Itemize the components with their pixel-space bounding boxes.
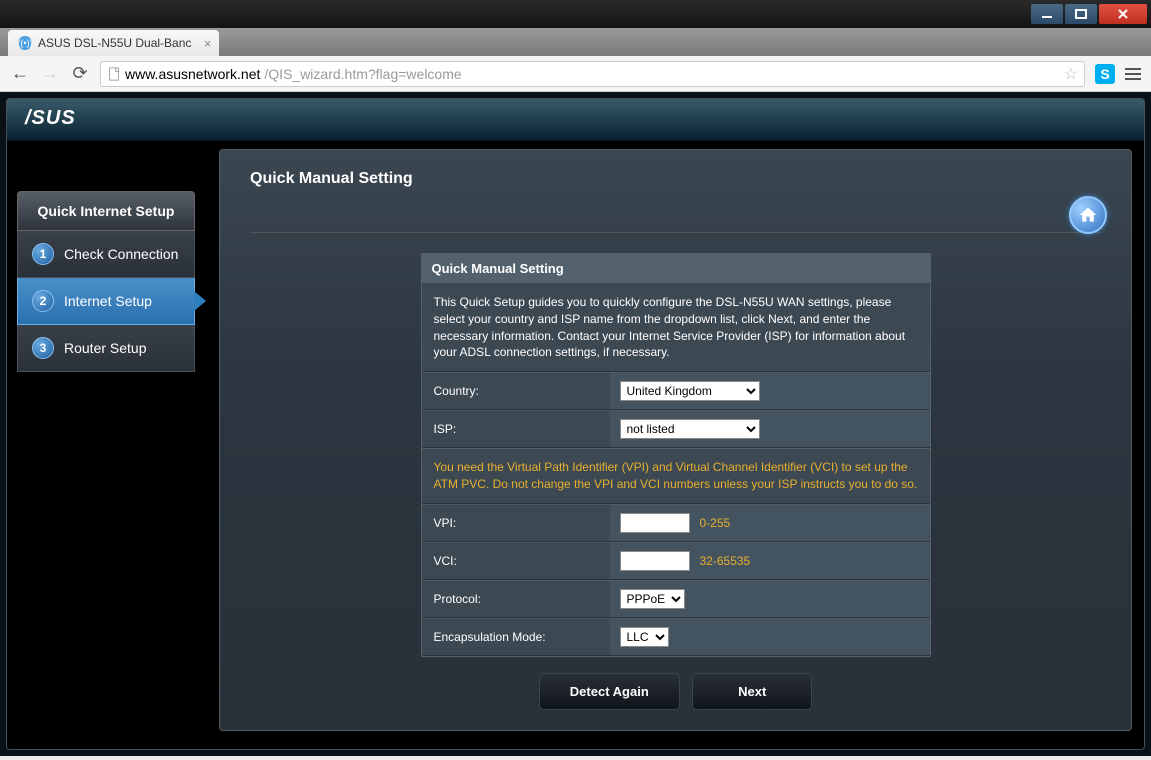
sidebar-item-router-setup[interactable]: 3 Router Setup (17, 325, 195, 372)
tab-strip: ((•)) ASUS DSL-N55U Dual-Banc × (0, 28, 1151, 56)
minimize-button[interactable] (1031, 4, 1063, 24)
country-label: Country: (422, 373, 610, 409)
close-tab-icon[interactable]: × (204, 36, 212, 51)
settings-panel: Quick Manual Setting This Quick Setup gu… (421, 253, 931, 657)
row-vpi: VPI: 0-255 (422, 504, 930, 542)
step-number: 2 (32, 290, 54, 312)
address-path: /QIS_wizard.htm?flag=welcome (264, 66, 461, 82)
tab-title: ASUS DSL-N55U Dual-Banc (38, 36, 191, 50)
encap-select[interactable]: LLC (620, 627, 669, 647)
asus-logo: /SUS (25, 107, 76, 129)
browser-toolbar: ← → ⟳ www.asusnetwork.net/QIS_wizard.htm… (0, 56, 1151, 92)
browser-tab[interactable]: ((•)) ASUS DSL-N55U Dual-Banc × (8, 30, 219, 56)
home-icon (1078, 205, 1098, 225)
step-number: 1 (32, 243, 54, 265)
vpi-input[interactable] (620, 513, 690, 533)
router-header: /SUS (7, 99, 1144, 141)
panel-description: This Quick Setup guides you to quickly c… (422, 284, 930, 372)
next-button[interactable]: Next (692, 673, 812, 710)
maximize-button[interactable] (1065, 4, 1097, 24)
router-admin-frame: /SUS Quick Internet Setup 1 Check Connec… (6, 98, 1145, 750)
sidebar-item-check-connection[interactable]: 1 Check Connection (17, 231, 195, 278)
panel-note: You need the Virtual Path Identifier (VP… (422, 448, 930, 504)
row-protocol: Protocol: PPPoE (422, 580, 930, 618)
sidebar: Quick Internet Setup 1 Check Connection … (7, 141, 205, 739)
vci-label: VCI: (422, 543, 610, 579)
protocol-label: Protocol: (422, 581, 610, 617)
country-select[interactable]: United Kingdom (620, 381, 760, 401)
row-isp: ISP: not listed (422, 410, 930, 448)
isp-label: ISP: (422, 411, 610, 447)
row-encapsulation: Encapsulation Mode: LLC (422, 618, 930, 656)
reload-button[interactable]: ⟳ (70, 64, 90, 84)
window-title-bar (0, 0, 1151, 28)
wifi-icon: ((•)) (18, 36, 32, 50)
close-window-button[interactable] (1099, 4, 1147, 24)
page-content: /SUS Quick Internet Setup 1 Check Connec… (0, 92, 1151, 756)
bookmark-star-icon[interactable]: ☆ (1064, 64, 1078, 84)
vpi-hint: 0-255 (700, 516, 731, 530)
forward-button[interactable]: → (40, 64, 60, 84)
sidebar-title: Quick Internet Setup (17, 191, 195, 231)
step-number: 3 (32, 337, 54, 359)
panel-header: Quick Manual Setting (422, 254, 930, 284)
page-title: Quick Manual Setting (250, 170, 1101, 188)
page-icon (107, 67, 121, 81)
vpi-label: VPI: (422, 505, 610, 541)
address-domain: www.asusnetwork.net (125, 66, 260, 82)
status-bar (0, 756, 1151, 760)
main-content: Quick Manual Setting Quick Manual Settin… (219, 149, 1132, 731)
address-bar[interactable]: www.asusnetwork.net/QIS_wizard.htm?flag=… (100, 61, 1085, 87)
isp-select[interactable]: not listed (620, 419, 760, 439)
row-vci: VCI: 32-65535 (422, 542, 930, 580)
encap-label: Encapsulation Mode: (422, 619, 610, 655)
sidebar-item-label: Router Setup (64, 340, 147, 356)
hamburger-menu-icon[interactable] (1125, 68, 1141, 80)
skype-extension-icon[interactable]: S (1095, 64, 1115, 84)
vci-hint: 32-65535 (700, 554, 751, 568)
vci-input[interactable] (620, 551, 690, 571)
detect-again-button[interactable]: Detect Again (539, 673, 680, 710)
sidebar-item-label: Check Connection (64, 246, 178, 262)
protocol-select[interactable]: PPPoE (620, 589, 685, 609)
home-button[interactable] (1069, 196, 1107, 234)
button-row: Detect Again Next (250, 673, 1101, 710)
row-country: Country: United Kingdom (422, 372, 930, 410)
sidebar-item-internet-setup[interactable]: 2 Internet Setup (17, 278, 195, 325)
sidebar-item-label: Internet Setup (64, 293, 152, 309)
back-button[interactable]: ← (10, 64, 30, 84)
divider (250, 232, 1101, 233)
